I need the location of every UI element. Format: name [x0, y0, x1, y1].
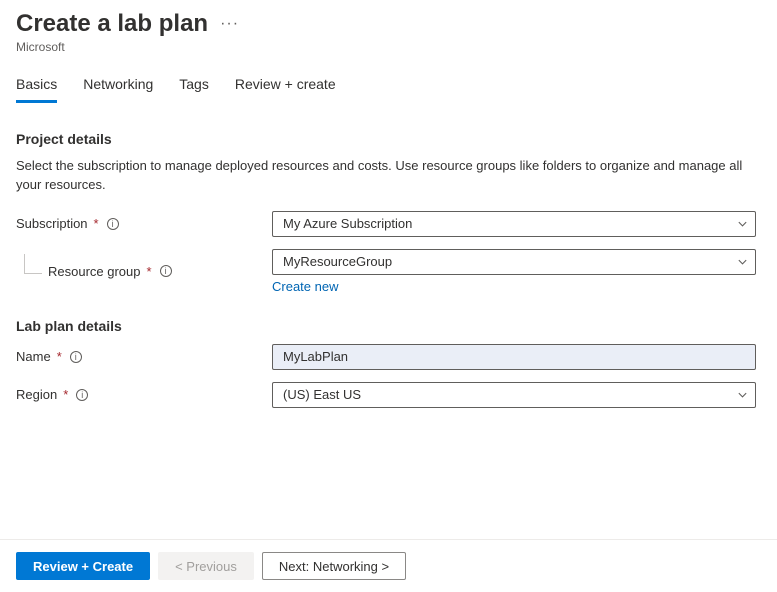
wizard-footer: Review + Create < Previous Next: Network… [0, 539, 777, 592]
info-icon[interactable]: i [160, 265, 172, 277]
tab-networking[interactable]: Networking [83, 76, 153, 103]
more-icon[interactable]: ··· [220, 15, 239, 33]
page-subtitle: Microsoft [16, 40, 761, 54]
page-header: Create a lab plan ··· Microsoft [16, 10, 761, 54]
page-title: Create a lab plan [16, 10, 208, 38]
subscription-label: Subscription [16, 216, 88, 231]
subscription-select[interactable]: My Azure Subscription [272, 211, 756, 237]
subscription-row: Subscription * i My Azure Subscription [16, 211, 761, 237]
next-button[interactable]: Next: Networking > [262, 552, 406, 580]
name-label: Name [16, 349, 51, 364]
review-create-button[interactable]: Review + Create [16, 552, 150, 580]
resource-group-row: Resource group * i MyResourceGroup Creat… [16, 249, 761, 294]
region-label: Region [16, 387, 57, 402]
resource-group-label: Resource group [48, 264, 141, 279]
name-input[interactable] [272, 344, 756, 370]
previous-button: < Previous [158, 552, 254, 580]
required-indicator: * [94, 216, 99, 231]
name-row: Name * i [16, 344, 761, 370]
project-details-description: Select the subscription to manage deploy… [16, 157, 756, 195]
indent-connector [24, 254, 42, 274]
info-icon[interactable]: i [70, 351, 82, 363]
project-details-heading: Project details [16, 131, 761, 147]
required-indicator: * [63, 387, 68, 402]
info-icon[interactable]: i [76, 389, 88, 401]
tab-tags[interactable]: Tags [179, 76, 209, 103]
tab-review[interactable]: Review + create [235, 76, 336, 103]
region-row: Region * i (US) East US [16, 382, 761, 408]
resource-group-select[interactable]: MyResourceGroup [272, 249, 756, 275]
required-indicator: * [147, 264, 152, 279]
tab-bar: Basics Networking Tags Review + create [16, 76, 761, 103]
region-select[interactable]: (US) East US [272, 382, 756, 408]
lab-plan-details-heading: Lab plan details [16, 318, 761, 334]
required-indicator: * [57, 349, 62, 364]
info-icon[interactable]: i [107, 218, 119, 230]
tab-basics[interactable]: Basics [16, 76, 57, 103]
create-new-link[interactable]: Create new [272, 279, 338, 294]
